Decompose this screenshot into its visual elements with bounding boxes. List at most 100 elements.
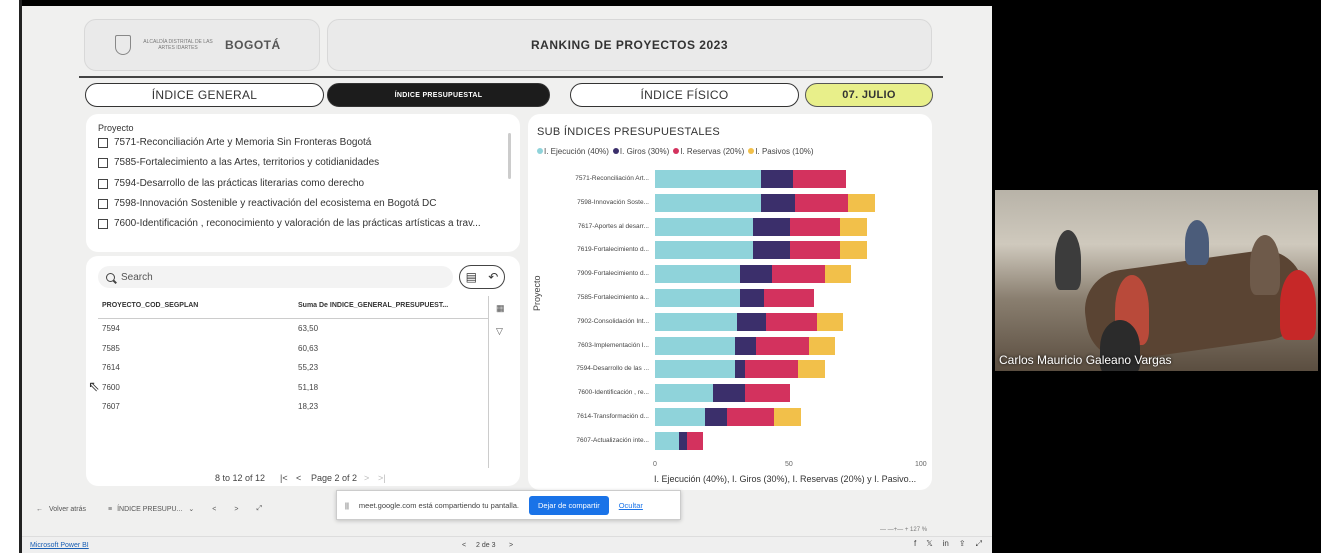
bar-segment[interactable] <box>808 336 836 355</box>
column-header[interactable]: PROYECTO_COD_SEGPLAN <box>102 302 198 309</box>
checkbox[interactable] <box>98 137 108 148</box>
bar-segment[interactable] <box>655 336 735 355</box>
checkbox[interactable] <box>98 157 108 168</box>
bar-segment[interactable] <box>655 193 761 212</box>
bar-segment[interactable] <box>655 360 735 379</box>
bar-segment[interactable] <box>739 289 764 307</box>
bar-segment[interactable] <box>739 265 772 284</box>
bar-segment[interactable] <box>737 312 767 331</box>
hide-link[interactable]: Ocultar <box>619 501 643 510</box>
chevron-down-icon[interactable]: ⌄ <box>188 505 194 513</box>
back-link[interactable]: Volver atrás <box>49 506 86 513</box>
bar-segment[interactable] <box>655 265 740 284</box>
bar-segment[interactable] <box>655 289 740 307</box>
bar-segment[interactable] <box>678 431 687 450</box>
bar-segment[interactable] <box>790 241 841 260</box>
checkbox[interactable] <box>98 178 108 189</box>
bar-segment[interactable] <box>761 193 796 212</box>
facebook-icon[interactable]: f <box>914 539 916 549</box>
bar-segment[interactable] <box>848 193 875 212</box>
slicer-item[interactable]: 7598-Innovación Sostenible y reactivació… <box>98 198 436 209</box>
table-scrollbar[interactable] <box>488 296 489 468</box>
bar-row[interactable] <box>655 360 825 379</box>
bar-row[interactable] <box>655 241 867 260</box>
bar-segment[interactable] <box>816 312 844 331</box>
bar-segment[interactable] <box>755 336 809 355</box>
bar-segment[interactable] <box>790 217 841 236</box>
drag-handle-icon[interactable]: || <box>345 501 349 510</box>
share-icon[interactable]: ⇪ <box>959 539 966 549</box>
fullscreen-icon[interactable]: ⤢ <box>976 539 982 549</box>
bar-segment[interactable] <box>726 408 775 426</box>
bar-segment[interactable] <box>798 360 825 379</box>
last-page-icon[interactable]: >| <box>378 473 386 483</box>
filter-icon[interactable]: ▽ <box>496 326 503 337</box>
twitter-icon[interactable]: 𝕏 <box>926 539 932 549</box>
tab-indice-presupuestal[interactable]: ÍNDICE PRESUPUESTAL <box>327 83 550 107</box>
bar-segment[interactable] <box>734 360 746 379</box>
page-prev-icon[interactable]: < <box>462 542 466 549</box>
slicer-item[interactable]: 7600-Identificación , reconocimiento y v… <box>98 218 481 229</box>
bar-segment[interactable] <box>655 408 706 426</box>
bar-segment[interactable] <box>763 289 814 307</box>
bar-segment[interactable] <box>753 217 791 236</box>
prev-page-icon[interactable]: < <box>296 473 301 483</box>
next-page-nav-icon[interactable]: > <box>234 506 238 513</box>
bar-row[interactable] <box>655 431 703 450</box>
bar-segment[interactable] <box>792 170 846 188</box>
bar-segment[interactable] <box>655 241 754 260</box>
bar-segment[interactable] <box>734 336 756 355</box>
bar-segment[interactable] <box>824 265 852 284</box>
bar-row[interactable] <box>655 384 791 403</box>
bar-row[interactable] <box>655 408 801 426</box>
bar-row[interactable] <box>655 193 875 212</box>
bar-segment[interactable] <box>655 170 761 188</box>
search-input[interactable]: Search <box>98 266 453 288</box>
bar-segment[interactable] <box>761 170 793 188</box>
slicer-item[interactable]: 7585-Fortalecimiento a las Artes, territ… <box>98 157 379 168</box>
expand-icon[interactable]: ⤢ <box>256 505 262 513</box>
bar-segment[interactable] <box>840 217 867 236</box>
comment-icon[interactable]: ▤ <box>466 270 477 284</box>
bar-segment[interactable] <box>766 312 817 331</box>
back-arrow-icon[interactable]: ↶ <box>488 270 498 284</box>
bar-segment[interactable] <box>840 241 867 260</box>
bar-segment[interactable] <box>686 431 703 450</box>
bar-segment[interactable] <box>795 193 849 212</box>
bar-segment[interactable] <box>655 217 754 236</box>
linkedin-icon[interactable]: in <box>943 539 949 549</box>
pages-icon[interactable]: ≡ <box>108 506 112 513</box>
slicer-scrollbar[interactable] <box>508 133 511 179</box>
bar-segment[interactable] <box>655 384 714 403</box>
table-view-icon[interactable]: ▦ <box>496 303 505 314</box>
stop-sharing-button[interactable]: Dejar de compartir <box>529 495 609 515</box>
bar-segment[interactable] <box>705 408 727 426</box>
tab-indice-fisico[interactable]: ÍNDICE FÍSICO <box>570 83 799 107</box>
page-next-icon[interactable]: > <box>509 542 513 549</box>
first-page-icon[interactable]: |< <box>280 473 288 483</box>
slicer-item[interactable]: 7571-Reconciliación Arte y Memoria Sin F… <box>98 137 371 148</box>
slicer-item[interactable]: 7594-Desarrollo de las prácticas literar… <box>98 178 364 189</box>
page-tab[interactable]: ÍNDICE PRESUPU... <box>117 506 182 513</box>
bar-segment[interactable] <box>745 360 799 379</box>
table-actions[interactable]: ▤ ↶ <box>459 265 505 289</box>
bar-row[interactable] <box>655 289 814 307</box>
bar-segment[interactable] <box>774 408 801 426</box>
column-header[interactable]: Suma De INDICE_GENERAL_PRESUPUEST... <box>298 302 448 309</box>
bar-segment[interactable] <box>713 384 746 403</box>
tab-indice-general[interactable]: ÍNDICE GENERAL <box>85 83 324 107</box>
checkbox[interactable] <box>98 198 108 209</box>
bar-row[interactable] <box>655 336 836 355</box>
bar-segment[interactable] <box>655 431 679 450</box>
bar-row[interactable] <box>655 265 852 284</box>
prev-page-nav-icon[interactable]: < <box>212 506 216 513</box>
bar-row[interactable] <box>655 312 844 331</box>
checkbox[interactable] <box>98 218 108 229</box>
bar-row[interactable] <box>655 170 846 188</box>
bar-segment[interactable] <box>655 312 738 331</box>
bar-segment[interactable] <box>745 384 791 403</box>
bar-segment[interactable] <box>771 265 825 284</box>
app-link[interactable]: Microsoft Power BI <box>30 542 89 549</box>
back-icon[interactable]: ← <box>36 506 43 513</box>
bar-row[interactable] <box>655 217 867 236</box>
